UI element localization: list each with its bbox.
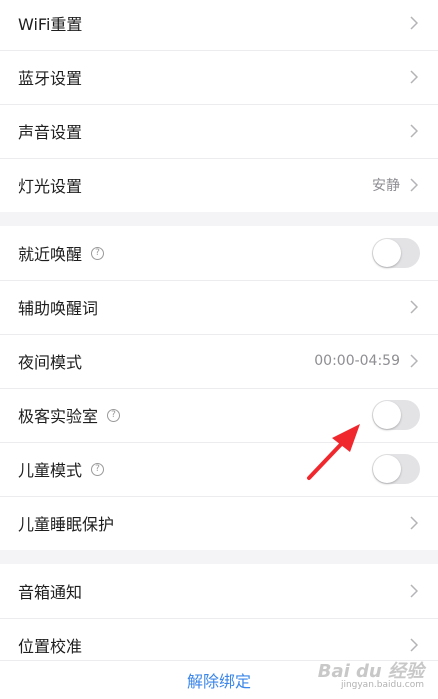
row-label: 声音设置 <box>18 123 83 142</box>
row-label: 就近唤醒 <box>18 245 83 264</box>
chevron-right-icon <box>410 638 418 652</box>
geek-lab-toggle[interactable] <box>372 400 420 430</box>
section-gap <box>0 550 438 564</box>
chevron-right-icon <box>410 584 418 598</box>
row-wifi-reset[interactable]: WiFi重置 <box>0 0 438 50</box>
row-label: 儿童模式 <box>18 461 83 480</box>
help-circle-icon[interactable]: ? <box>91 246 105 260</box>
section-gap <box>0 212 438 226</box>
settings-group-wake: 就近唤醒 ? 辅助唤醒词 夜间模式 00:00-04:59 极客实验室 ? 儿童… <box>0 226 438 550</box>
watermark: Bai du 经验 jingyan.baidu.com <box>318 657 424 690</box>
light-mode-value: 安静 <box>372 178 400 194</box>
row-label: 音箱通知 <box>18 583 83 602</box>
row-assist-wake-word[interactable]: 辅助唤醒词 <box>0 280 438 334</box>
row-label: 灯光设置 <box>18 177 83 196</box>
chevron-right-icon <box>410 516 418 530</box>
row-light-settings[interactable]: 灯光设置 安静 <box>0 158 438 212</box>
chevron-right-icon <box>410 300 418 314</box>
row-bluetooth-settings[interactable]: 蓝牙设置 <box>0 50 438 104</box>
night-mode-value: 00:00-04:59 <box>314 353 400 369</box>
toggle-knob <box>373 239 401 267</box>
help-circle-icon[interactable]: ? <box>107 408 121 422</box>
row-geek-lab: 极客实验室 ? <box>0 388 438 442</box>
settings-page: WiFi重置 蓝牙设置 声音设置 灯光设置 安静 就近唤醒 ? 辅助唤醒词 夜间… <box>0 0 438 672</box>
chevron-right-icon <box>410 354 418 368</box>
nearby-wake-toggle[interactable] <box>372 238 420 268</box>
row-kids-sleep-protection[interactable]: 儿童睡眠保护 <box>0 496 438 550</box>
row-label: 极客实验室 <box>18 407 99 426</box>
row-sound-settings[interactable]: 声音设置 <box>0 104 438 158</box>
row-label: 夜间模式 <box>18 353 83 372</box>
row-label: WiFi重置 <box>18 15 83 34</box>
settings-group-device: 音箱通知 位置校准 <box>0 564 438 672</box>
row-night-mode[interactable]: 夜间模式 00:00-04:59 <box>0 334 438 388</box>
chevron-right-icon <box>410 124 418 138</box>
chevron-right-icon <box>410 16 418 30</box>
toggle-knob <box>373 455 401 483</box>
settings-group-network: WiFi重置 蓝牙设置 声音设置 灯光设置 安静 <box>0 0 438 212</box>
row-label: 蓝牙设置 <box>18 69 83 88</box>
row-kids-mode: 儿童模式 ? <box>0 442 438 496</box>
chevron-right-icon <box>410 178 418 192</box>
row-label: 位置校准 <box>18 637 83 656</box>
unbind-button[interactable]: 解除绑定 <box>187 668 251 692</box>
watermark-brand: Bai du 经验 <box>317 661 424 682</box>
row-label: 辅助唤醒词 <box>18 299 99 318</box>
row-nearby-wake: 就近唤醒 ? <box>0 226 438 280</box>
kids-mode-toggle[interactable] <box>372 454 420 484</box>
row-speaker-notification[interactable]: 音箱通知 <box>0 564 438 618</box>
help-circle-icon[interactable]: ? <box>91 462 105 476</box>
toggle-knob <box>373 401 401 429</box>
row-label: 儿童睡眠保护 <box>18 515 115 534</box>
chevron-right-icon <box>410 70 418 84</box>
